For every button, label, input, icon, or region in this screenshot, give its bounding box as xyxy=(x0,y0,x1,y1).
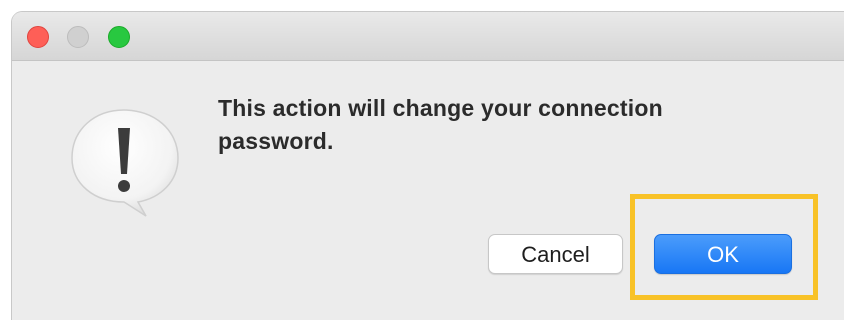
zoom-window-button[interactable] xyxy=(108,26,130,48)
alert-message: This action will change your connection … xyxy=(218,95,663,154)
minimize-window-button[interactable] xyxy=(67,26,89,48)
close-window-button[interactable] xyxy=(27,26,49,48)
cancel-button[interactable]: Cancel xyxy=(488,234,623,274)
exclamation-speech-bubble-icon xyxy=(71,109,179,217)
title-bar xyxy=(12,12,844,61)
ok-button[interactable]: OK xyxy=(654,234,792,274)
alert-dialog-window: This action will change your connection … xyxy=(12,12,844,320)
